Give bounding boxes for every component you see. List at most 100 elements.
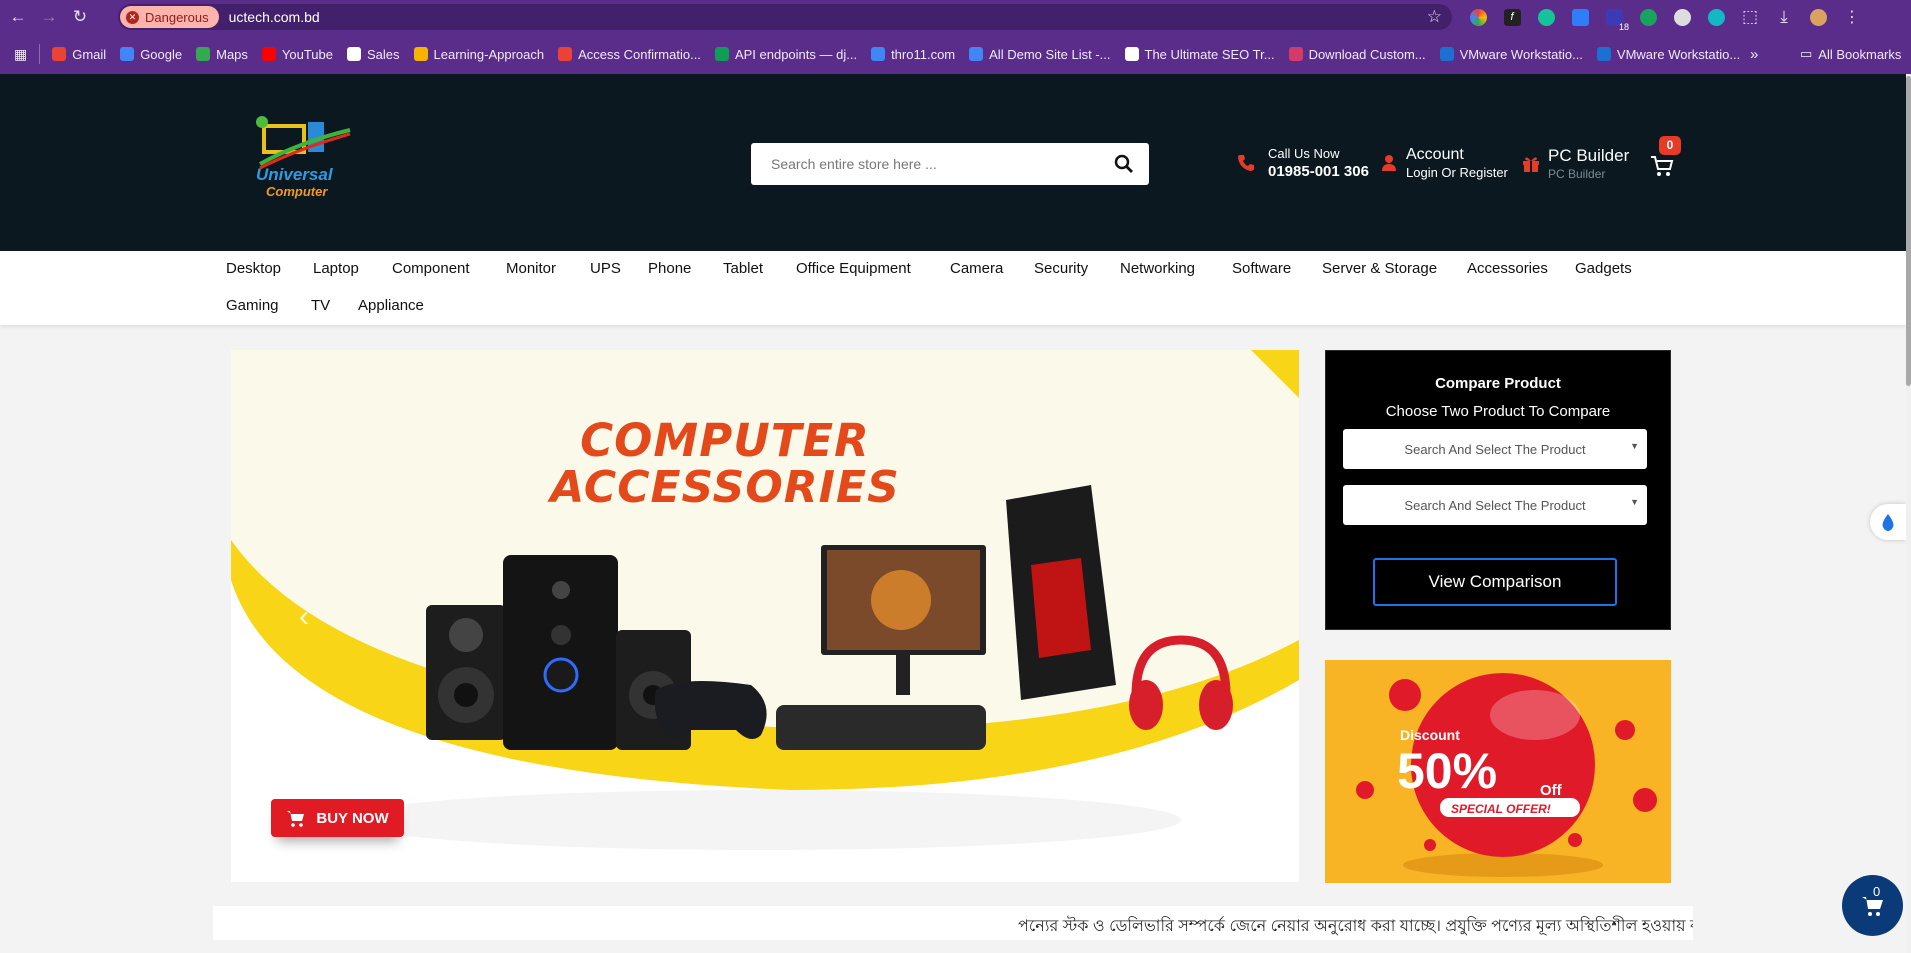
bookmark-item[interactable]: thro11.com [871,47,955,62]
user-icon [1382,155,1396,171]
bookmark-star-icon[interactable]: ☆ [1427,7,1442,27]
product-select-2[interactable]: Search And Select The Product ▼ [1343,485,1647,525]
bookmark-item[interactable]: All Demo Site List -... [969,47,1111,62]
nav-category-camera[interactable]: Camera [950,260,1003,277]
bookmark-item[interactable]: Access Confirmatio... [558,47,701,62]
download-icon[interactable]: ⤓ [1771,4,1797,30]
site-logo[interactable]: Universal Computer [250,112,362,208]
login-register-link[interactable]: Login Or Register [1406,165,1508,180]
nav-category-office-equipment[interactable]: Office Equipment [796,260,911,277]
security-warning-chip[interactable]: ✕ Dangerous [120,6,219,28]
call-us[interactable]: Call Us Now 01985-001 306 [1236,146,1369,180]
bookmark-item[interactable]: Maps [196,47,248,62]
compare-subtitle: Choose Two Product To Compare [1385,403,1611,420]
buy-now-label: BUY NOW [316,809,389,827]
category-nav: Desktop Laptop Component Monitor UPS Phone Tab… [0,251,1906,325]
buy-now-button[interactable]: BUY NOW [271,799,404,837]
apps-grid-icon[interactable]: ▦ [14,46,27,63]
nav-category-networking[interactable]: Networking [1120,260,1195,277]
bookmark-favicon-icon [196,47,211,61]
product-select-2-label: Search And Select The Product [1404,497,1586,513]
forward-icon[interactable]: → [36,4,62,30]
bookmark-item[interactable]: The Ultimate SEO Tr... [1124,46,1275,62]
bookmark-item[interactable]: YouTube [261,47,333,62]
search-bar [751,143,1149,185]
nav-category-component[interactable]: Component [392,260,470,277]
bookmark-favicon-icon [52,47,67,61]
bookmark-label: The Ultimate SEO Tr... [1144,46,1275,62]
nav-category-phone[interactable]: Phone [648,260,691,277]
nav-category-tv[interactable]: TV [311,297,330,314]
discount-promo-banner[interactable]: Discount 50% Off SPECIAL OFFER! [1325,660,1671,883]
all-bookmarks-label: All Bookmarks [1818,46,1902,62]
formula-extension-icon[interactable]: f [1499,4,1525,30]
nav-category-monitor[interactable]: Monitor [506,260,556,277]
nav-category-accessories[interactable]: Accessories [1467,260,1548,277]
water-drop-widget-icon[interactable] [1870,504,1906,540]
bookmark-favicon-icon [871,47,886,61]
teal-extension-icon[interactable] [1703,4,1729,30]
nav-category-gadgets[interactable]: Gadgets [1575,260,1632,277]
nav-category-gaming[interactable]: Gaming [226,297,279,314]
nav-category-appliance[interactable]: Appliance [358,297,424,314]
search-input[interactable] [751,143,1099,185]
bookmarks-overflow-icon[interactable]: » [1750,34,1758,74]
bookmark-favicon-icon [1439,47,1454,61]
bookmark-favicon-icon [1124,47,1139,61]
account-link[interactable]: Account Login Or Register [1381,146,1508,180]
grammarly-icon[interactable] [1533,4,1559,30]
bookmark-item[interactable]: Gmail [52,47,106,62]
url-text[interactable]: uctech.com.bd [229,9,320,25]
color-extension-icon[interactable] [1465,4,1491,30]
view-comparison-button[interactable]: View Comparison [1373,558,1617,606]
chevron-left-icon[interactable]: ‹ [299,600,309,634]
bookmark-label: Gmail [72,46,107,62]
pc-builder-subtitle: PC Builder [1548,167,1606,181]
cart-icon[interactable] [1650,154,1674,178]
address-bar[interactable]: ✕ Dangerous uctech.com.bd ☆ [118,4,1452,30]
bookmark-label: Learning-Approach [433,46,545,62]
nav-category-security[interactable]: Security [1034,260,1088,277]
bookmark-item[interactable]: Sales [347,47,400,62]
nav-category-desktop[interactable]: Desktop [226,260,281,277]
call-number[interactable]: 01985-001 306 [1268,163,1369,180]
bookmark-item[interactable]: Google [120,47,182,62]
svg-text:Universal: Universal [256,165,334,184]
reload-icon[interactable]: ↻ [67,4,93,30]
profile-avatar[interactable] [1805,4,1831,30]
all-bookmarks-folder[interactable]: ▭ All Bookmarks [1800,34,1901,74]
bookmark-item[interactable]: API endpoints — dj... [714,46,858,62]
site-header: Universal Computer Call Us Now 01985-001… [0,74,1906,251]
fi-extension-icon[interactable] [1567,4,1593,30]
back-icon[interactable]: ← [5,4,31,30]
nav-category-server-storage[interactable]: Server & Storage [1322,260,1437,277]
menu-kebab-icon[interactable]: ⋮ [1839,4,1865,30]
bookmark-item[interactable]: VMware Workstatio... [1596,47,1740,62]
product-select-1[interactable]: Search And Select The Product ▼ [1343,429,1647,469]
bookmark-item[interactable]: Download Custom... [1288,46,1426,62]
promo-line3: Off [1540,782,1563,799]
bookmark-favicon-icon [1596,47,1611,61]
security-label: Dangerous [145,9,209,25]
search-icon[interactable] [1099,143,1149,185]
circle-extension-icon[interactable] [1669,4,1695,30]
dropdown-arrow-icon: ▼ [1630,441,1639,451]
nav-category-ups[interactable]: UPS [590,260,621,277]
account-title: Account [1406,146,1464,163]
graduation-extension-icon[interactable]: 18 [1601,4,1629,32]
bookmark-item[interactable]: Learning-Approach [413,46,545,62]
promo-line1: Discount [1400,727,1460,743]
puzzle-icon[interactable]: ⬚ [1737,4,1763,30]
pc-builder-link[interactable]: PC Builder PC Builder [1522,146,1629,181]
nav-category-software[interactable]: Software [1232,260,1291,277]
nav-category-tablet[interactable]: Tablet [723,260,763,277]
bookmark-label: API endpoints — dj... [734,46,858,62]
hero-banner[interactable]: COMPUTER ACCESSORIES ‹ BUY NOW [231,350,1299,882]
bookmark-item[interactable]: VMware Workstatio... [1439,47,1583,62]
scrollbar-thumb[interactable] [1906,76,1911,386]
green-extension-icon[interactable] [1635,4,1661,30]
bookmark-favicon-icon [1288,47,1303,61]
nav-category-laptop[interactable]: Laptop [313,260,359,277]
bookmark-label: Download Custom... [1308,46,1426,62]
hero-title-line1: COMPUTER [580,414,870,467]
